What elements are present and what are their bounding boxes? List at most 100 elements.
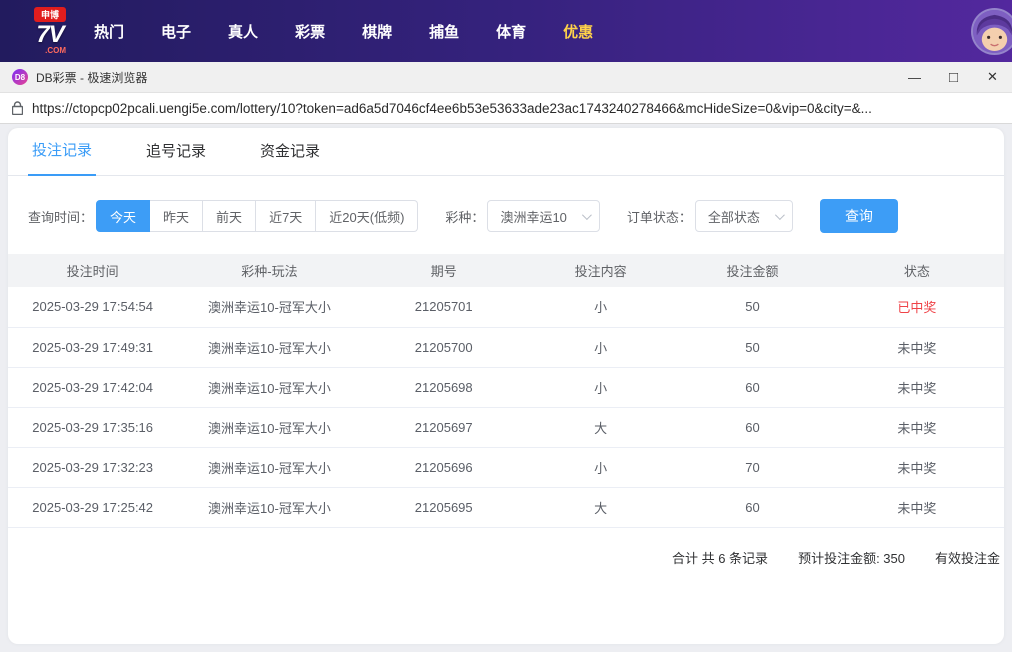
records-table: 投注时间 彩种-玩法 期号 投注内容 投注金额 状态 2025-03-29 17…: [8, 254, 1004, 528]
cell-status: 未中奖: [829, 407, 1004, 448]
time-option-daybefore[interactable]: 前天: [203, 200, 257, 232]
cell-status: 未中奖: [829, 327, 1004, 368]
cell-time: 2025-03-29 17:42:04: [8, 367, 178, 408]
nav-item-hot[interactable]: 热门: [94, 21, 124, 42]
order-status-select[interactable]: 全部状态: [694, 200, 793, 232]
page-background: 投注记录 追号记录 资金记录 查询时间： 今天 昨天 前天 近7天 近20天(低…: [0, 124, 1012, 652]
status-filter-label: 订单状态：: [626, 209, 692, 225]
search-button[interactable]: 查询: [819, 199, 898, 233]
nav-item-sports[interactable]: 体育: [496, 21, 526, 42]
nav-item-fishing[interactable]: 捕鱼: [429, 21, 459, 42]
cell-status: 已中奖: [829, 287, 1004, 328]
cell-amount: 50: [675, 287, 830, 328]
nav-item-promos[interactable]: 优惠: [563, 21, 593, 42]
status-select-value: 全部状态: [707, 209, 760, 225]
table-row: 2025-03-29 17:35:16 澳洲幸运10-冠军大小 21205697…: [8, 407, 1004, 448]
user-avatar[interactable]: [971, 7, 1012, 55]
cell-content: 大: [525, 487, 676, 528]
url-input[interactable]: https://ctopcp02pcali.uengi5e.com/lotter…: [32, 101, 872, 116]
chevron-down-icon: [774, 209, 785, 220]
cell-time: 2025-03-29 17:25:42: [8, 487, 178, 528]
nav-item-slots[interactable]: 电子: [161, 21, 191, 42]
time-option-7days[interactable]: 近7天: [256, 200, 317, 232]
cell-time: 2025-03-29 17:49:31: [8, 327, 178, 368]
table-row: 2025-03-29 17:54:54 澳洲幸运10-冠军大小 21205701…: [8, 287, 1004, 328]
window-title: DB彩票 - 极速浏览器: [36, 70, 148, 85]
cell-time: 2025-03-29 17:54:54: [8, 287, 178, 328]
minimize-button[interactable]: —: [895, 62, 934, 92]
time-filter-label: 查询时间：: [28, 209, 94, 225]
logo-name: 7V: [36, 20, 64, 48]
lottery-select[interactable]: 澳洲幸运10: [487, 200, 600, 232]
time-filter-group: 今天 昨天 前天 近7天 近20天(低频): [96, 200, 419, 232]
cell-time: 2025-03-29 17:32:23: [8, 447, 178, 488]
address-bar: https://ctopcp02pcali.uengi5e.com/lotter…: [0, 93, 1012, 124]
table-row: 2025-03-29 17:32:23 澳洲幸运10-冠军大小 21205696…: [8, 447, 1004, 488]
record-tabs: 投注记录 追号记录 资金记录: [8, 128, 1004, 176]
cell-game: 澳洲幸运10-冠军大小: [177, 287, 362, 328]
logo-badge: 申博: [34, 6, 67, 22]
site-header: 申博 7V .COM 热门 电子 真人 彩票 棋牌 捕鱼 体育 优惠: [0, 0, 1012, 62]
maximize-button[interactable]: □: [934, 62, 973, 92]
nav-item-lottery[interactable]: 彩票: [295, 21, 325, 42]
cell-issue: 21205697: [361, 407, 526, 448]
nav-item-live[interactable]: 真人: [228, 21, 258, 42]
cell-issue: 21205695: [361, 487, 526, 528]
screen: 申博 7V .COM 热门 电子 真人 彩票 棋牌 捕鱼 体育 优惠 D8 DB…: [0, 0, 1012, 652]
tab-chase-records[interactable]: 追号记录: [142, 140, 210, 175]
lock-icon: [12, 101, 23, 115]
nav-item-cards[interactable]: 棋牌: [362, 21, 392, 42]
browser-titlebar: D8 DB彩票 - 极速浏览器 — □ ✕: [0, 62, 1012, 93]
cell-content: 小: [525, 367, 676, 408]
chevron-down-icon: [581, 209, 592, 220]
lottery-filter-label: 彩种：: [445, 209, 485, 225]
lottery-select-value: 澳洲幸运10: [500, 209, 567, 225]
site-nav: 热门 电子 真人 彩票 棋牌 捕鱼 体育 优惠: [94, 21, 593, 42]
cell-content: 大: [525, 407, 676, 448]
cell-amount: 50: [675, 327, 830, 368]
time-option-yesterday[interactable]: 昨天: [150, 200, 204, 232]
summary-valid: 有效投注金: [934, 550, 1000, 566]
cell-game: 澳洲幸运10-冠军大小: [177, 407, 362, 448]
cell-status: 未中奖: [829, 487, 1004, 528]
cell-game: 澳洲幸运10-冠军大小: [177, 487, 362, 528]
summary-total: 合计 共 6 条记录: [671, 550, 769, 566]
avatar-image: [973, 9, 1012, 53]
col-header-content: 投注内容: [525, 254, 676, 287]
table-row: 2025-03-29 17:49:31 澳洲幸运10-冠军大小 21205700…: [8, 327, 1004, 368]
cell-content: 小: [525, 327, 676, 368]
table-row: 2025-03-29 17:25:42 澳洲幸运10-冠军大小 21205695…: [8, 487, 1004, 528]
col-header-time: 投注时间: [8, 254, 178, 287]
tab-bet-records[interactable]: 投注记录: [28, 139, 97, 176]
col-header-game: 彩种-玩法: [177, 254, 362, 287]
cell-content: 小: [525, 447, 676, 488]
cell-status: 未中奖: [829, 367, 1004, 408]
time-option-20days[interactable]: 近20天(低频): [316, 200, 419, 232]
cell-issue: 21205696: [361, 447, 526, 488]
cell-amount: 60: [675, 367, 830, 408]
site-logo[interactable]: 申博 7V .COM: [34, 6, 67, 56]
cell-issue: 21205700: [361, 327, 526, 368]
col-header-amount: 投注金额: [675, 254, 830, 287]
cell-issue: 21205698: [361, 367, 526, 408]
table-header-row: 投注时间 彩种-玩法 期号 投注内容 投注金额 状态: [8, 254, 1004, 287]
cell-issue: 21205701: [361, 287, 526, 328]
filter-bar: 查询时间： 今天 昨天 前天 近7天 近20天(低频) 彩种： 澳洲幸运10 订…: [8, 176, 1004, 254]
browser-tab-icon: D8: [12, 69, 28, 85]
logo-suffix: .COM: [45, 46, 67, 56]
records-card: 投注记录 追号记录 资金记录 查询时间： 今天 昨天 前天 近7天 近20天(低…: [8, 128, 1004, 644]
close-button[interactable]: ✕: [973, 62, 1012, 92]
cell-amount: 70: [675, 447, 830, 488]
cell-amount: 60: [675, 407, 830, 448]
summary-bar: 合计 共 6 条记录 预计投注金额: 350 有效投注金: [8, 528, 1004, 567]
tab-fund-records[interactable]: 资金记录: [256, 140, 324, 175]
time-option-today[interactable]: 今天: [96, 200, 151, 232]
cell-game: 澳洲幸运10-冠军大小: [177, 367, 362, 408]
cell-status: 未中奖: [829, 447, 1004, 488]
cell-amount: 60: [675, 487, 830, 528]
cell-game: 澳洲幸运10-冠军大小: [177, 447, 362, 488]
window-controls: — □ ✕: [895, 62, 1012, 92]
cell-content: 小: [525, 287, 676, 328]
summary-expected: 预计投注金额: 350: [798, 550, 905, 566]
col-header-status: 状态: [829, 254, 1004, 287]
